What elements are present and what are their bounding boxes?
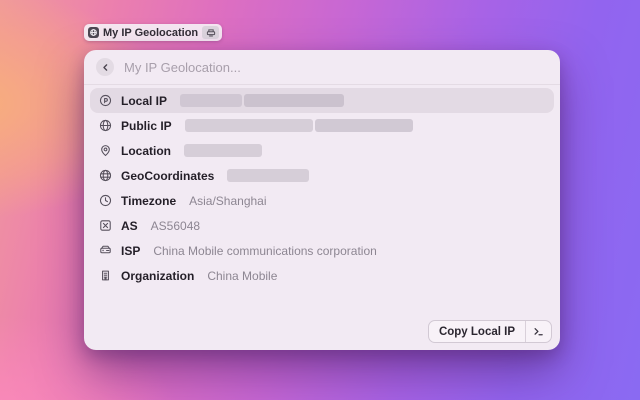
globe-grid-icon bbox=[99, 169, 112, 182]
globe-icon bbox=[99, 119, 112, 132]
list-item-isp[interactable]: ISP China Mobile communications corporat… bbox=[90, 238, 554, 263]
list-item-public-ip[interactable]: Public IP bbox=[90, 113, 554, 138]
item-value: China Mobile communications corporation bbox=[153, 243, 377, 258]
search-bar[interactable]: My IP Geolocation... bbox=[84, 50, 560, 85]
item-label: Organization bbox=[121, 268, 195, 283]
redacted-value bbox=[180, 94, 345, 107]
building-icon bbox=[99, 269, 112, 282]
command-tag[interactable]: My IP Geolocation bbox=[84, 24, 223, 41]
clock-icon bbox=[99, 194, 112, 207]
list-item-timezone[interactable]: Timezone Asia/Shanghai bbox=[90, 188, 554, 213]
result-list: Local IP Public IP Location GeoCoordinat… bbox=[84, 85, 560, 288]
redacted-value bbox=[184, 144, 262, 157]
extension-icon bbox=[88, 27, 99, 38]
list-item-as[interactable]: AS AS56048 bbox=[90, 213, 554, 238]
list-item-location[interactable]: Location bbox=[90, 138, 554, 163]
terminal-prompt-icon[interactable] bbox=[526, 321, 551, 342]
item-value: Asia/Shanghai bbox=[189, 193, 267, 208]
back-button[interactable] bbox=[96, 58, 114, 76]
server-icon bbox=[99, 244, 112, 257]
item-label: AS bbox=[121, 218, 138, 233]
item-label: ISP bbox=[121, 243, 141, 258]
raycast-window: My IP Geolocation... Local IP Public IP bbox=[84, 50, 560, 350]
ip-badge-icon bbox=[99, 94, 112, 107]
printer-badge-icon bbox=[202, 26, 220, 39]
item-label: GeoCoordinates bbox=[121, 168, 215, 183]
search-input[interactable]: My IP Geolocation... bbox=[124, 60, 241, 75]
item-value: AS56048 bbox=[150, 218, 201, 233]
redacted-value bbox=[184, 119, 413, 132]
copy-local-ip-button[interactable]: Copy Local IP bbox=[429, 321, 525, 342]
item-label: Timezone bbox=[121, 193, 177, 208]
boxed-x-icon bbox=[99, 219, 112, 232]
action-button-group: Copy Local IP bbox=[427, 320, 552, 343]
item-label: Local IP bbox=[121, 93, 168, 108]
item-label: Location bbox=[121, 143, 171, 158]
command-tag-label: My IP Geolocation bbox=[103, 26, 199, 39]
list-item-organization[interactable]: Organization China Mobile bbox=[90, 263, 554, 288]
list-item-local-ip[interactable]: Local IP bbox=[90, 88, 554, 113]
list-item-geocoordinates[interactable]: GeoCoordinates bbox=[90, 163, 554, 188]
redacted-value bbox=[227, 169, 310, 182]
item-label: Public IP bbox=[121, 118, 172, 133]
item-value: China Mobile bbox=[207, 268, 278, 283]
map-pin-icon bbox=[99, 144, 112, 157]
